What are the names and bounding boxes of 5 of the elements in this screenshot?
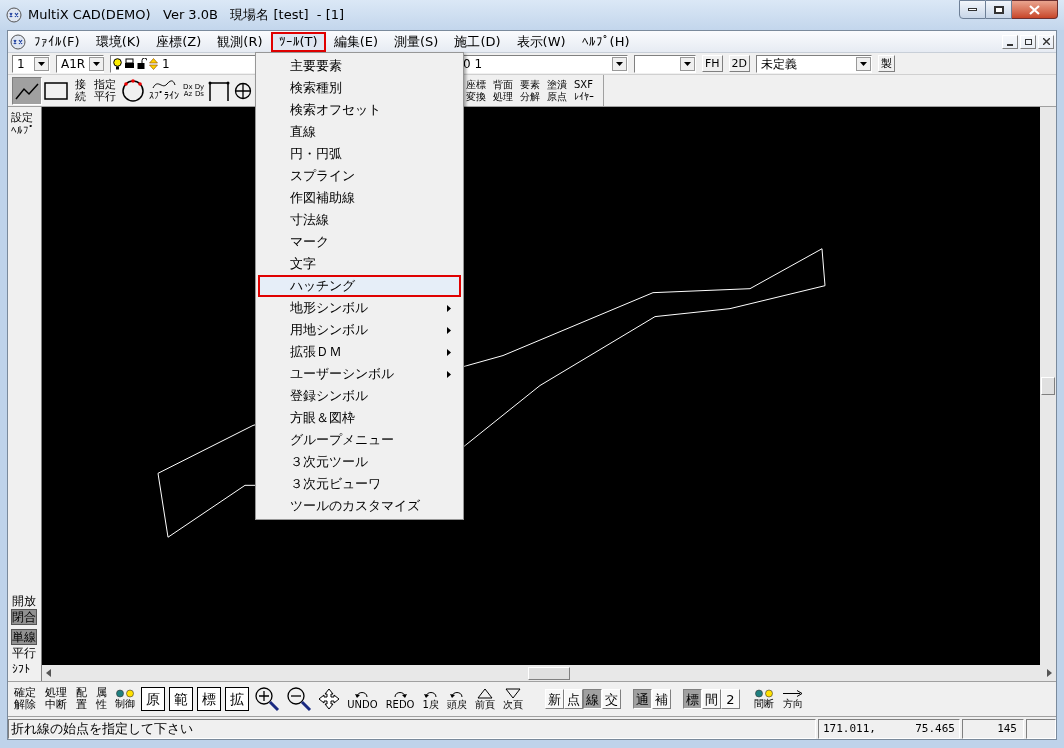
window-title: MultiX CAD(DEMO) Ver 3.0B 現場名 [test] - [1] xyxy=(28,6,345,25)
y-coordinate: 75.465 xyxy=(915,720,955,737)
x-coordinate: 171.011, xyxy=(823,720,876,737)
status-message: 折れ線の始点を指定して下さい xyxy=(8,719,816,739)
count-panel: 145 xyxy=(962,719,1024,739)
